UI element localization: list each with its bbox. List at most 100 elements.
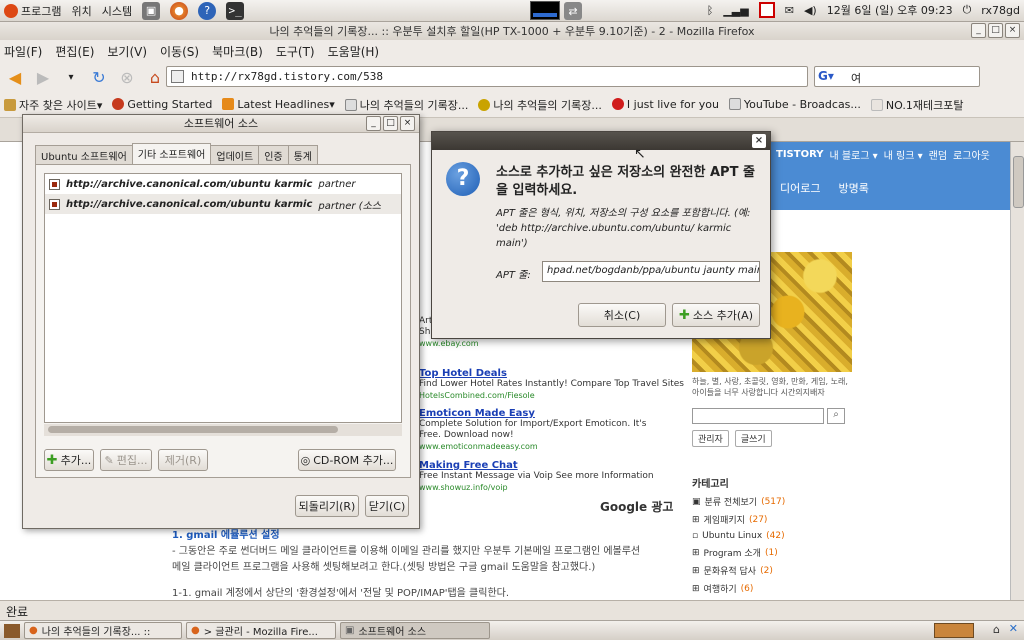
repository-checkbox[interactable] [49,198,60,210]
record-icon[interactable] [758,2,775,18]
menu-location-log[interactable]: 디어로그 [780,180,820,196]
ad-url[interactable]: www.showuz.info/voip [419,482,654,493]
repository-list-hscroll[interactable] [44,424,402,436]
bookmark-live-for-you[interactable]: I just live for you [611,98,719,111]
page-scrollbar[interactable] [1010,142,1024,600]
photo-launcher-icon[interactable]: ▣ [142,1,161,20]
bookmark-youtube[interactable]: YouTube - Broadcas... [728,98,861,111]
ad-url[interactable]: HotelsCombined.com/Fiesole [419,390,684,401]
user-name[interactable]: rx78gd [981,4,1020,17]
category-item[interactable]: ▫ Ubuntu Linux (42) [692,531,856,541]
terminal-launcher-icon[interactable]: >_ [226,1,245,20]
repository-checkbox[interactable] [49,178,60,190]
google-search-icon[interactable]: G▾ [818,69,834,83]
sidebar-search-input[interactable] [692,408,824,424]
task-software-sources[interactable]: ▣ 소프트웨어 소스 [340,622,490,639]
signal-icon[interactable]: ▁▃▅ [723,4,748,17]
ad-title[interactable]: Emoticon Made Easy [419,408,649,419]
search-bar[interactable]: G▾ 여 [814,66,980,87]
add-repository-button[interactable]: ✚ 추가... [44,449,94,471]
edit-repository-button[interactable]: ✎ 편집... [100,449,152,471]
close-dialog-button[interactable]: 닫기(C) [365,495,409,517]
category-item[interactable]: ⊞ 여행하기 (6) [692,582,856,596]
repository-row[interactable]: http://archive.canonical.com/ubuntu karm… [45,194,401,214]
bookmark-getting-started[interactable]: Getting Started [112,98,212,111]
category-item[interactable]: ⊞ 게임패키지 (27) [692,513,856,527]
bookmark-blog-2[interactable]: 나의 추억들의 기록장... [478,97,602,113]
ad-title[interactable]: Making Free Chat [419,460,654,471]
menu-guestbook[interactable]: 방명록 [838,180,868,196]
tab-authentication[interactable]: 인증 [258,145,289,164]
tree-expand-icon[interactable]: ⊞ [692,548,700,558]
workspace-switcher[interactable] [934,623,974,638]
stop-icon[interactable]: ⊗ [116,66,138,88]
tab-statistics[interactable]: 통계 [287,145,318,164]
bluetooth-icon[interactable]: ᛒ [707,4,714,17]
tistory-logo[interactable]: TISTORY [776,149,823,160]
add-source-button[interactable]: ✚ 소스 추가(A) [672,303,760,327]
nav-my-blog[interactable]: 내 블로그 ▾ [829,147,877,162]
menu-file[interactable]: 파일(F) [4,43,42,60]
repository-row[interactable]: http://archive.canonical.com/ubuntu karm… [45,174,401,194]
menu-history[interactable]: 이동(S) [160,43,199,60]
menu-view[interactable]: 보기(V) [107,43,147,60]
back-icon[interactable]: ◀ [4,66,26,88]
ad-url[interactable]: www.emoticonmadeeasy.com [419,441,649,452]
menu-bookmarks[interactable]: 북마크(B) [212,43,263,60]
menu-system[interactable]: 시스템 [102,3,132,19]
google-ad-label[interactable]: Google 광고 [600,498,673,515]
screen-switch-icon[interactable]: ⇄ [564,2,582,20]
tree-expand-icon[interactable]: ⊞ [692,566,700,576]
maximize-button[interactable]: □ [383,116,398,131]
mail-icon[interactable]: ✉ [785,4,794,17]
tab-other-software[interactable]: 기타 소프트웨어 [131,143,212,164]
add-cdrom-button[interactable]: ◎ CD-ROM 추가... [298,449,396,471]
menu-places[interactable]: 위치 [71,3,91,19]
tree-expand-icon[interactable]: ⊞ [692,515,700,525]
menu-applications[interactable]: 프로그램 [21,3,61,19]
history-dropdown-icon[interactable]: ▾ [60,66,82,88]
clock[interactable]: 12월 6일 (일) 오후 09:23 [827,2,953,18]
reload-icon[interactable]: ↻ [88,66,110,88]
forward-icon[interactable]: ▶ [32,66,54,88]
close-button[interactable]: × [400,116,415,131]
minimize-button[interactable]: _ [366,116,381,131]
category-item[interactable]: ⊞ 문화유적 답사 (2) [692,564,856,578]
search-icon[interactable]: ⌕ [827,408,845,424]
task-firefox-blog[interactable]: ● 나의 추억들의 기록장... :: [24,622,182,639]
close-button[interactable]: × [1005,23,1020,38]
home-icon[interactable]: ⌂ [144,66,166,88]
category-item[interactable]: ⊞ Program 소개 (1) [692,546,856,560]
bookmark-most-visited[interactable]: 자주 찾은 사이트▾ [4,97,102,113]
tree-expand-icon[interactable]: ⊞ [692,584,700,594]
apt-line-input[interactable]: hpad.net/bogdanb/ppa/ubuntu jaunty main [542,261,760,282]
firefox-launcher-icon[interactable]: ● [170,1,189,20]
menu-help[interactable]: 도움말(H) [328,43,380,60]
maximize-button[interactable]: □ [988,23,1003,38]
category-item[interactable]: ▣ 분류 전체보기 (517) [692,495,856,509]
nav-my-link[interactable]: 내 링크 ▾ [884,147,923,162]
minimize-button[interactable]: _ [971,23,986,38]
trash-icon[interactable]: ⌂ [993,623,1000,636]
url-bar[interactable]: http://rx78gd.tistory.com/538 [166,66,808,87]
admin-button[interactable]: 관리자 [692,430,729,447]
show-desktop-icon[interactable] [4,623,20,638]
volume-icon[interactable]: ◀) [804,4,817,17]
write-button[interactable]: 글쓰기 [734,430,772,447]
menu-tools[interactable]: 도구(T) [276,43,315,60]
tab-updates[interactable]: 업데이트 [210,145,260,164]
revert-button[interactable]: 되돌리기(R) [295,495,359,517]
close-icon[interactable]: × [752,134,766,148]
system-monitor-graph[interactable] [530,1,560,20]
bookmark-latest-headlines[interactable]: Latest Headlines▾ [222,98,335,111]
nav-random[interactable]: 랜덤 [929,147,947,162]
network-icon[interactable]: ✕ [1009,622,1018,635]
bookmark-finance-portal[interactable]: NO.1재테크포탈 [870,97,963,113]
nav-logout[interactable]: 로그아웃 [953,147,990,162]
bookmark-blog-1[interactable]: 나의 추억들의 기록장... [344,97,468,113]
remove-repository-button[interactable]: 제거(R) [158,449,208,471]
ad-title[interactable]: Top Hotel Deals [419,368,684,379]
tab-ubuntu-software[interactable]: Ubuntu 소프트웨어 [35,145,133,164]
menu-edit[interactable]: 편집(E) [55,43,94,60]
cancel-button[interactable]: 취소(C) [578,303,666,327]
